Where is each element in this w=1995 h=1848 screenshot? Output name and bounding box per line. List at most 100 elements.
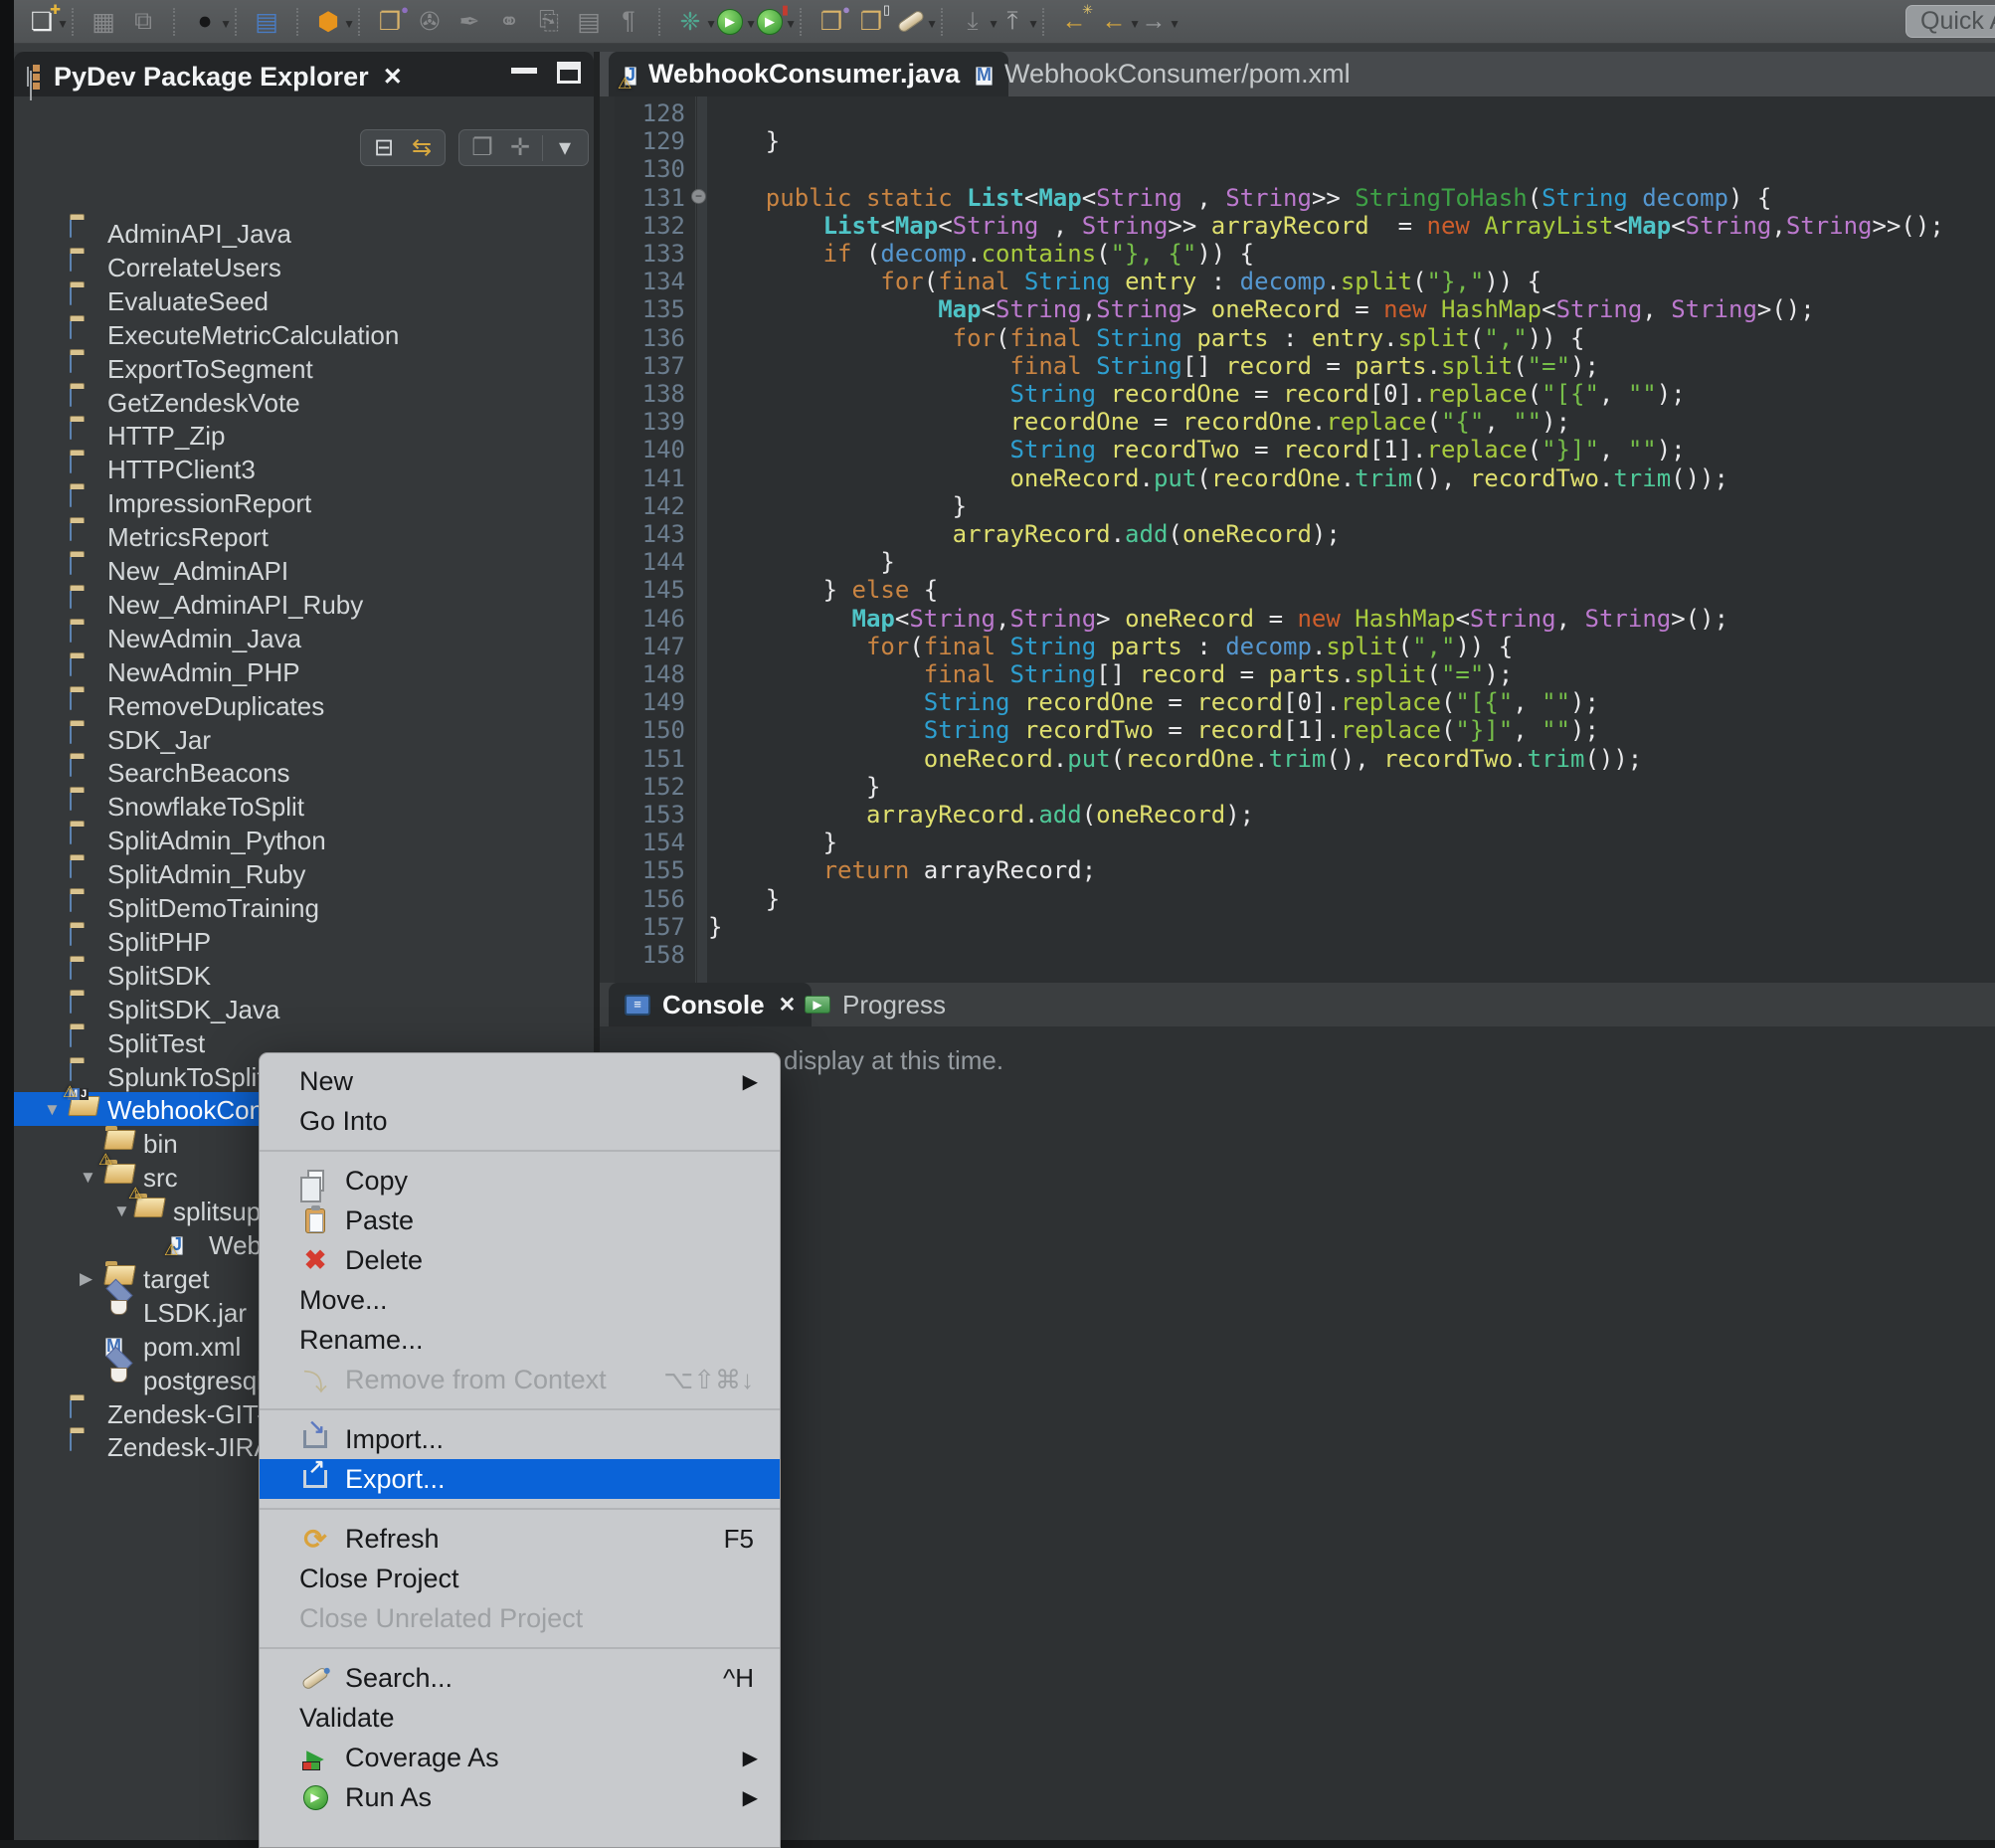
console-tab-Progress[interactable]: ▶Progress <box>789 983 962 1026</box>
tree-row-SplitSDK[interactable]: SplitSDK <box>14 958 594 992</box>
expand-arrow-icon[interactable]: ▶ <box>80 1269 92 1289</box>
console-tab-Console[interactable]: ≡Console✕ <box>609 983 812 1026</box>
coverage-icon[interactable]: ▶▮▼ <box>751 4 789 40</box>
menu-item-close-unrelated-project[interactable]: Close Unrelated Project <box>260 1598 780 1638</box>
menu-item-rename[interactable]: Rename... <box>260 1320 780 1360</box>
java-file-icon: J⚠ <box>171 1237 183 1254</box>
menu-item-delete[interactable]: ✖Delete <box>260 1240 780 1280</box>
mylyn-task-icon-caret[interactable]: ▼ <box>343 17 355 31</box>
menu-item-import[interactable]: Import... <box>260 1419 780 1459</box>
tree-row-SplitPHP[interactable]: SplitPHP <box>14 924 594 958</box>
menu-item-coverage-as[interactable]: ▶Coverage As▶ <box>260 1738 780 1777</box>
user-profile-icon-caret[interactable]: ▼ <box>220 17 232 31</box>
link-with-editor-icon[interactable]: ⇆ <box>404 130 440 166</box>
menu-item-go-into[interactable]: Go Into <box>260 1101 780 1141</box>
forward-icon[interactable]: →▼ <box>1135 4 1173 40</box>
tree-row-AdminAPI_Java[interactable]: AdminAPI_Java <box>14 216 594 250</box>
back-to-last-edit-icon[interactable]: ←✳ <box>1055 4 1093 40</box>
code-editor[interactable]: } public static List<Map<String , String… <box>708 96 1995 983</box>
marker-pen-icon[interactable]: ▼ <box>892 4 930 40</box>
tree-row-New_AdminAPI_Ruby[interactable]: New_AdminAPI_Ruby <box>14 587 594 621</box>
tree-row-EvaluateSeed[interactable]: EvaluateSeed <box>14 283 594 317</box>
menu-item-move[interactable]: Move... <box>260 1280 780 1320</box>
import-config-folder-icon[interactable]: ❐● <box>813 4 850 40</box>
menu-item-remove-from-context[interactable]: ⤵Remove from Context⌥⇧⌘↓ <box>260 1360 780 1399</box>
menu-item-new[interactable]: New▶ <box>260 1061 780 1101</box>
save-all-icon[interactable]: ⧉ <box>124 4 162 40</box>
editor-marker-bar[interactable] <box>600 96 615 983</box>
minimize-button[interactable] <box>511 68 537 74</box>
mylyn-task-icon[interactable]: ⬢▼ <box>309 4 347 40</box>
menu-item-export[interactable]: Export... <box>260 1459 780 1499</box>
tab-pydev-package-explorer[interactable]: PyDev Package Explorer ✕ <box>24 58 403 96</box>
collapse-all-icon[interactable]: ⊟ <box>366 130 402 166</box>
go-to-edit-icon[interactable]: ⤒▼ <box>994 4 1031 40</box>
back-icon[interactable]: ←▼ <box>1095 4 1133 40</box>
last-edit-location-icon[interactable]: ⤓▼ <box>954 4 992 40</box>
next-annotation-icon[interactable]: ⎘ <box>530 4 568 40</box>
filters-icon[interactable]: ❐ <box>464 130 500 166</box>
tree-row-CorrelateUsers[interactable]: CorrelateUsers <box>14 250 594 283</box>
task-list-icon[interactable]: ▤ <box>570 4 608 40</box>
code-line-155: return arrayRecord; <box>708 856 1096 885</box>
collapse-arrow-icon[interactable]: ▼ <box>44 1100 61 1120</box>
menu-item-search[interactable]: Search...^H <box>260 1658 780 1698</box>
fold-marker-icon[interactable]: − <box>691 189 706 204</box>
pilcrow-icon-glyph: ¶ <box>622 7 635 36</box>
tree-row-New_AdminAPI[interactable]: New_AdminAPI <box>14 553 594 587</box>
maximize-button[interactable] <box>557 62 581 84</box>
tree-row-SplitAdmin_Python[interactable]: SplitAdmin_Python <box>14 823 594 856</box>
console-view-icon[interactable]: ▤ <box>248 4 285 40</box>
tree-row-ImpressionReport[interactable]: ImpressionReport <box>14 485 594 519</box>
tree-row-RemoveDuplicates[interactable]: RemoveDuplicates <box>14 688 594 722</box>
team-sync-icon[interactable]: ✇ <box>411 4 449 40</box>
coverage-icon-caret[interactable]: ▼ <box>785 17 797 31</box>
menu-item-run-as[interactable]: ▶Run As▶ <box>260 1777 780 1817</box>
quick-access-field[interactable]: Quick A <box>1905 5 1995 38</box>
open-task-folder-icon[interactable]: ❐● <box>371 4 409 40</box>
menu-item-close-project[interactable]: Close Project <box>260 1559 780 1598</box>
tree-row-SplitAdmin_Ruby[interactable]: SplitAdmin_Ruby <box>14 856 594 890</box>
copy-icon <box>297 1170 333 1192</box>
editor-tab-WebhookConsumer/pom.xml[interactable]: MWebhookConsumer/pom.xml <box>960 52 1366 96</box>
new-wizard-icon[interactable]: ❏✚▼ <box>23 4 61 40</box>
tree-row-SDK_Jar[interactable]: SDK_Jar <box>14 722 594 756</box>
tree-row-SplitDemoTraining[interactable]: SplitDemoTraining <box>14 890 594 924</box>
new-wizard-icon-caret[interactable]: ▼ <box>57 17 69 31</box>
menu-item-refresh[interactable]: ⟳RefreshF5 <box>260 1519 780 1559</box>
keys-icon[interactable]: ⚭ <box>490 4 528 40</box>
run-icon[interactable]: ▶▼ <box>711 4 749 40</box>
tree-row-ExecuteMetricCalculation[interactable]: ExecuteMetricCalculation <box>14 317 594 351</box>
user-profile-icon[interactable]: ●▼ <box>186 4 224 40</box>
export-config-folder-icon[interactable]: ❐▯ <box>852 4 890 40</box>
close-icon[interactable]: ✕ <box>383 63 403 92</box>
collapse-arrow-icon[interactable]: ▼ <box>80 1168 96 1188</box>
tree-row-ExportToSegment[interactable]: ExportToSegment <box>14 351 594 385</box>
tree-row-SearchBeacons[interactable]: SearchBeacons <box>14 755 594 789</box>
save-icon[interactable]: ▦ <box>85 4 122 40</box>
go-to-edit-icon-caret[interactable]: ▼ <box>1027 17 1039 31</box>
tree-row-GetZendeskVote[interactable]: GetZendeskVote <box>14 385 594 419</box>
tree-row-HTTP_Zip[interactable]: HTTP_Zip <box>14 418 594 452</box>
feather-icon[interactable]: ✒ <box>451 4 488 40</box>
menu-item-paste[interactable]: Paste <box>260 1201 780 1240</box>
view-menu-icon[interactable]: ▾ <box>547 130 583 166</box>
mylyn-task-icon-glyph: ⬢ <box>317 7 339 37</box>
tree-row-HTTPClient3[interactable]: HTTPClient3 <box>14 452 594 485</box>
menu-separator <box>260 1647 780 1649</box>
tree-row-MetricsReport[interactable]: MetricsReport <box>14 519 594 553</box>
pilcrow-icon[interactable]: ¶ <box>610 4 647 40</box>
collapse-arrow-icon[interactable]: ▼ <box>113 1201 130 1221</box>
tree-row-SnowflakeToSplit[interactable]: SnowflakeToSplit <box>14 789 594 823</box>
editor-tab-WebhookConsumer.java[interactable]: J⚠WebhookConsumer.java✕ <box>609 52 1008 96</box>
tree-row-NewAdmin_Java[interactable]: NewAdmin_Java <box>14 621 594 654</box>
tree-row-NewAdmin_PHP[interactable]: NewAdmin_PHP <box>14 654 594 688</box>
editor-line-number-gutter[interactable]: 1281291301311321331341351361371381391401… <box>615 96 696 983</box>
forward-icon-caret[interactable]: ▼ <box>1169 17 1180 31</box>
tree-row-SplitSDK_Java[interactable]: SplitSDK_Java <box>14 992 594 1025</box>
debug-beetle-icon[interactable]: ❈▼ <box>671 4 709 40</box>
marker-pen-icon-caret[interactable]: ▼ <box>926 17 938 31</box>
customize-icon[interactable]: ✛ <box>502 130 538 166</box>
menu-item-copy[interactable]: Copy <box>260 1161 780 1201</box>
menu-item-validate[interactable]: Validate <box>260 1698 780 1738</box>
